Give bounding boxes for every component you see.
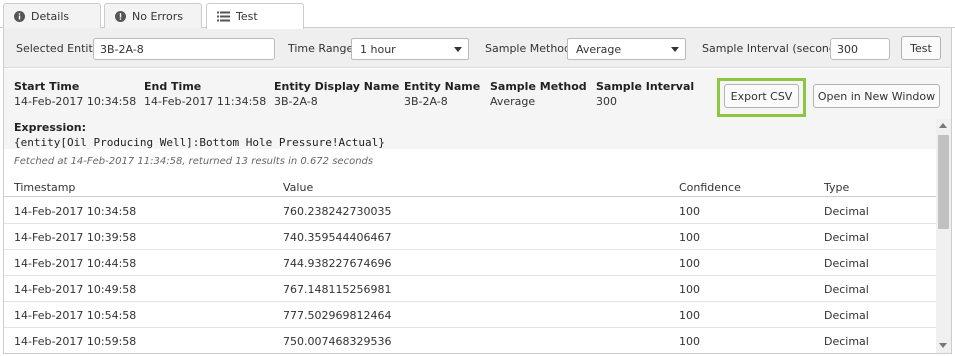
entity-display-name-label: Entity Display Name [274, 80, 400, 93]
table-row[interactable]: 14-Feb-2017 10:49:58 767.148115256981 10… [4, 276, 936, 302]
end-time-field: End Time 14-Feb-2017 11:34:58 [144, 80, 266, 108]
selected-entity-input[interactable] [93, 38, 275, 60]
cell-confidence: 100 [679, 205, 700, 218]
cell-confidence: 100 [679, 231, 700, 244]
entity-name-value: 3B-2A-8 [404, 95, 448, 108]
sample-method-select[interactable]: Average [567, 38, 686, 60]
export-csv-button[interactable]: Export CSV [724, 84, 799, 108]
list-icon [217, 11, 230, 22]
scroll-down-icon[interactable] [939, 343, 947, 348]
tab-details[interactable]: Details [3, 3, 101, 28]
cell-type: Decimal [824, 283, 869, 296]
column-header-type[interactable]: Type [824, 181, 849, 194]
entity-name-field: Entity Name 3B-2A-8 [404, 80, 480, 108]
vertical-scrollbar[interactable] [936, 119, 951, 353]
tab-test[interactable]: Test [206, 3, 304, 29]
tab-no-errors[interactable]: No Errors [104, 3, 202, 28]
end-time-value: 14-Feb-2017 11:34:58 [144, 95, 267, 108]
cell-value: 740.359544406467 [283, 231, 392, 244]
tab-bar: Details No Errors Test [0, 0, 955, 29]
test-panel: Selected Entity Time Range 1 hour Sample… [3, 28, 952, 354]
cell-value: 767.148115256981 [283, 283, 392, 296]
info-sample-method-field: Sample Method Average [490, 80, 587, 108]
column-header-value[interactable]: Value [283, 181, 313, 194]
cell-value: 760.238242730035 [283, 205, 392, 218]
tab-no-errors-label: No Errors [132, 9, 183, 23]
column-header-timestamp[interactable]: Timestamp [14, 181, 75, 194]
info-sample-interval-value: 300 [596, 95, 617, 108]
results-table-header: Timestamp Value Confidence Type [4, 178, 936, 197]
alert-icon [115, 10, 126, 22]
cell-type: Decimal [824, 335, 869, 348]
table-row[interactable]: 14-Feb-2017 10:39:58 740.359544406467 10… [4, 224, 936, 250]
sample-interval-input[interactable] [830, 38, 890, 60]
start-time-label: Start Time [14, 80, 80, 93]
entity-display-name-value: 3B-2A-8 [274, 95, 318, 108]
cell-value: 777.502969812464 [283, 309, 392, 322]
end-time-label: End Time [144, 80, 202, 93]
cell-timestamp: 14-Feb-2017 10:49:58 [14, 283, 137, 296]
cell-value: 750.007468329536 [283, 335, 392, 348]
table-row[interactable]: 14-Feb-2017 10:44:58 744.938227674696 10… [4, 250, 936, 276]
time-range-value: 1 hour [360, 43, 396, 56]
cell-type: Decimal [824, 231, 869, 244]
cell-timestamp: 14-Feb-2017 10:34:58 [14, 205, 137, 218]
cell-type: Decimal [824, 257, 869, 270]
cell-timestamp: 14-Feb-2017 10:44:58 [14, 257, 137, 270]
tab-details-label: Details [31, 9, 70, 23]
table-row[interactable]: 14-Feb-2017 10:34:58 760.238242730035 10… [4, 198, 936, 224]
time-range-label: Time Range [288, 42, 354, 55]
cell-timestamp: 14-Feb-2017 10:39:58 [14, 231, 137, 244]
expression-text: {entity[Oil Producing Well]:Bottom Hole … [14, 136, 385, 149]
cell-value: 744.938227674696 [283, 257, 392, 270]
test-toolbar: Selected Entity Time Range 1 hour Sample… [4, 28, 951, 68]
cell-confidence: 100 [679, 257, 700, 270]
open-new-window-button[interactable]: Open in New Window [813, 84, 940, 108]
expression-label: Expression: [14, 121, 87, 134]
chevron-down-icon [454, 47, 462, 52]
cell-timestamp: 14-Feb-2017 10:54:58 [14, 309, 137, 322]
sample-method-label: Sample Method [485, 42, 571, 55]
scroll-up-icon[interactable] [939, 123, 947, 128]
entity-display-name-field: Entity Display Name 3B-2A-8 [274, 80, 399, 108]
chevron-down-icon [671, 47, 679, 52]
info-sample-method-label: Sample Method [490, 80, 587, 93]
sample-method-value: Average [576, 43, 622, 56]
cell-type: Decimal [824, 205, 869, 218]
start-time-value: 14-Feb-2017 10:34:58 [14, 95, 137, 108]
cell-confidence: 100 [679, 309, 700, 322]
fetched-status: Fetched at 14-Feb-2017 11:34:58, returne… [14, 156, 374, 167]
start-time-field: Start Time 14-Feb-2017 10:34:58 [14, 80, 136, 108]
tab-test-label: Test [236, 10, 258, 23]
table-row[interactable]: 14-Feb-2017 10:54:58 777.502969812464 10… [4, 302, 936, 328]
column-header-confidence[interactable]: Confidence [679, 181, 741, 194]
entity-name-label: Entity Name [404, 80, 481, 93]
selected-entity-label: Selected Entity [16, 42, 100, 55]
cell-timestamp: 14-Feb-2017 10:59:58 [14, 335, 137, 348]
time-range-select[interactable]: 1 hour [351, 38, 469, 60]
sample-interval-label: Sample Interval (seconds) [702, 42, 846, 55]
info-sample-method-value: Average [490, 95, 536, 108]
test-button[interactable]: Test [901, 36, 941, 60]
info-icon [14, 10, 25, 22]
info-sample-interval-label: Sample Interval [596, 80, 695, 93]
cell-confidence: 100 [679, 335, 700, 348]
info-sample-interval-field: Sample Interval 300 [596, 80, 694, 108]
cell-confidence: 100 [679, 283, 700, 296]
table-row[interactable]: 14-Feb-2017 10:59:58 750.007468329536 10… [4, 328, 936, 354]
cell-type: Decimal [824, 309, 869, 322]
scrollbar-thumb[interactable] [938, 135, 949, 229]
